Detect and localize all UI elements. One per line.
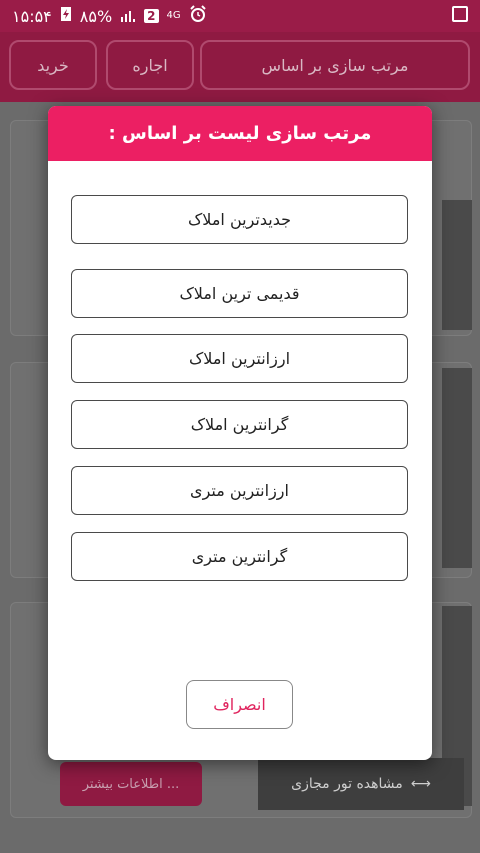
status-bar: ۱۵:۵۴ ۸۵% 2 4G — [0, 0, 480, 32]
network-4g-icon: 4G — [166, 10, 181, 21]
virtual-tour-label: مشاهده تور مجازی — [291, 776, 403, 792]
sort-dialog: مرتب سازی لیست بر اساس : جدیدترین املاک … — [48, 106, 432, 760]
rent-tab[interactable]: اجاره — [106, 40, 194, 90]
sort-option-cheapest-per-meter[interactable]: ارزانترین متری — [71, 466, 408, 515]
more-info-button[interactable]: اطلاعات بیشتر ... — [60, 762, 202, 806]
listing-image — [442, 200, 472, 330]
sort-option-most-expensive[interactable]: گرانترین املاک — [71, 400, 408, 449]
clock: ۱۵:۵۴ — [12, 6, 52, 26]
sort-option-oldest[interactable]: قدیمی ترین املاک — [71, 269, 408, 318]
dialog-title: مرتب سازی لیست بر اساس : — [48, 106, 432, 161]
swap-arrows-icon: ⟷ — [410, 776, 431, 792]
sort-button[interactable]: مرتب سازی بر اساس — [200, 40, 470, 90]
alarm-icon — [189, 5, 207, 27]
gallery-icon — [452, 6, 468, 22]
sim-icon: 2 — [144, 9, 159, 23]
sort-option-cheapest[interactable]: ارزانترین املاک — [71, 334, 408, 383]
virtual-tour-button[interactable]: مشاهده تور مجازی ⟷ — [258, 758, 464, 810]
signal-icon — [120, 7, 136, 26]
sort-option-most-expensive-per-meter[interactable]: گرانترین متری — [71, 532, 408, 581]
battery-level: ۸۵% — [79, 6, 113, 26]
sort-option-newest[interactable]: جدیدترین املاک — [71, 195, 408, 244]
battery-charging-icon — [60, 6, 72, 26]
buy-tab[interactable]: خرید — [9, 40, 97, 90]
listing-image — [442, 368, 472, 568]
app-header: مرتب سازی بر اساس اجاره خرید — [0, 32, 480, 102]
cancel-button[interactable]: انصراف — [186, 680, 293, 729]
